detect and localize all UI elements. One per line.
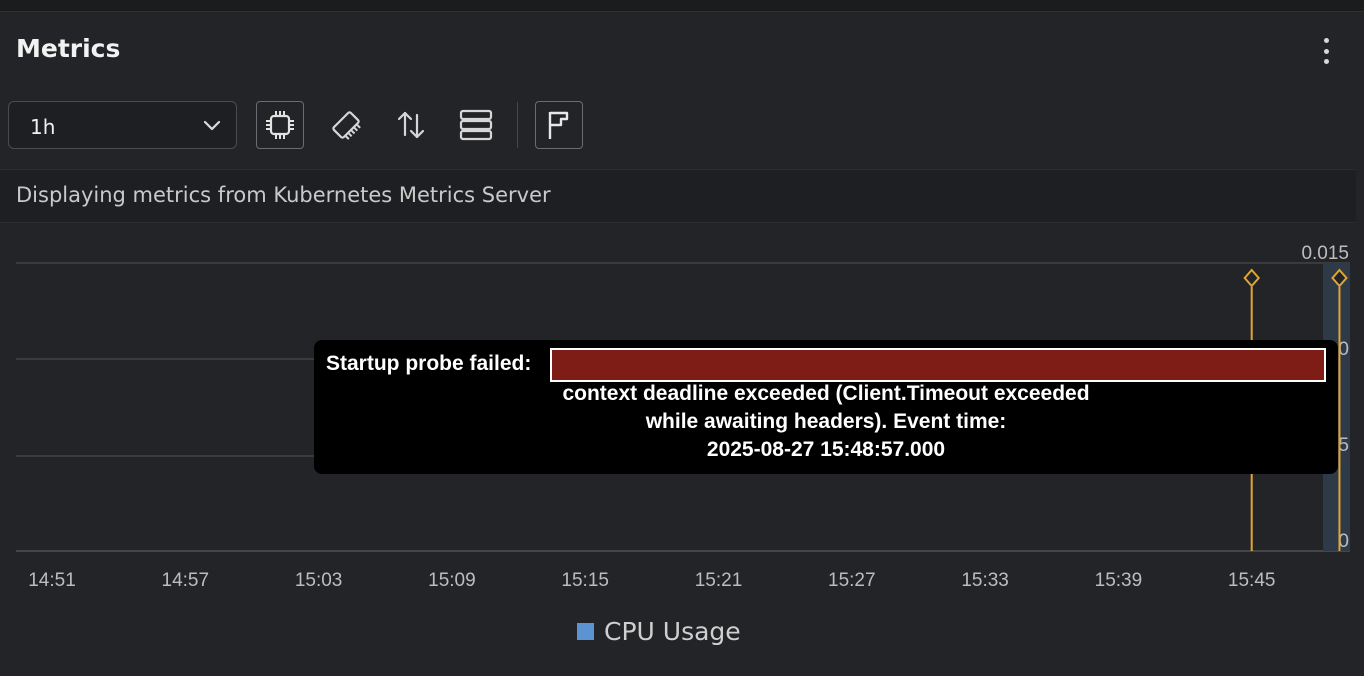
legend-swatch — [577, 623, 594, 640]
y-tick-label: 0.015 — [1301, 243, 1349, 264]
top-bar — [0, 0, 1364, 12]
x-tick-label: 15:45 — [1228, 570, 1276, 591]
more-vert-icon[interactable] — [1316, 38, 1336, 64]
flag-icon — [548, 111, 569, 139]
x-tick-label: 15:27 — [828, 570, 876, 591]
chevron-down-icon — [203, 120, 221, 131]
panel-title: Metrics — [16, 34, 121, 63]
x-tick-label: 15:33 — [961, 570, 1009, 591]
tooltip-message-line: context deadline exceeded (Client.Timeou… — [562, 382, 1090, 405]
events-toggle-button[interactable] — [535, 101, 583, 149]
x-tick-label: 15:09 — [428, 570, 476, 591]
redacted-text — [550, 348, 1326, 382]
x-tick-label: 15:39 — [1095, 570, 1143, 591]
x-tick-label: 14:51 — [28, 570, 76, 591]
x-tick-label: 15:15 — [561, 570, 609, 591]
x-tick-label: 15:21 — [695, 570, 743, 591]
arrows-up-down-icon — [397, 111, 425, 139]
metrics-source-banner: Displaying metrics from Kubernetes Metri… — [0, 169, 1356, 223]
event-marker-diamond[interactable] — [1243, 268, 1261, 288]
tooltip-message-line: while awaiting headers). Event time: — [645, 410, 1007, 433]
cpu-icon — [266, 111, 294, 139]
time-range-select[interactable]: 1h — [8, 101, 237, 149]
metrics-source-text: Displaying metrics from Kubernetes Metri… — [16, 183, 551, 207]
tooltip-event-reason: Startup probe failed: — [326, 352, 532, 375]
memory-icon — [332, 111, 361, 140]
toolbar-separator — [517, 102, 518, 148]
legend-label: CPU Usage — [604, 617, 741, 646]
x-tick-label: 15:03 — [295, 570, 343, 591]
x-tick-label: 14:57 — [162, 570, 210, 591]
cpu-metric-button[interactable] — [256, 101, 304, 149]
network-metric-button[interactable] — [387, 101, 435, 149]
tooltip-event-time: 2025-08-27 15:48:57.000 — [706, 438, 946, 461]
chart-legend[interactable]: CPU Usage — [577, 617, 741, 646]
event-tooltip: Startup probe failed: context deadline e… — [314, 340, 1338, 474]
filesystem-metric-button[interactable] — [452, 101, 500, 149]
storage-icon — [459, 109, 493, 141]
time-range-value: 1h — [30, 115, 56, 139]
memory-metric-button[interactable] — [322, 101, 370, 149]
